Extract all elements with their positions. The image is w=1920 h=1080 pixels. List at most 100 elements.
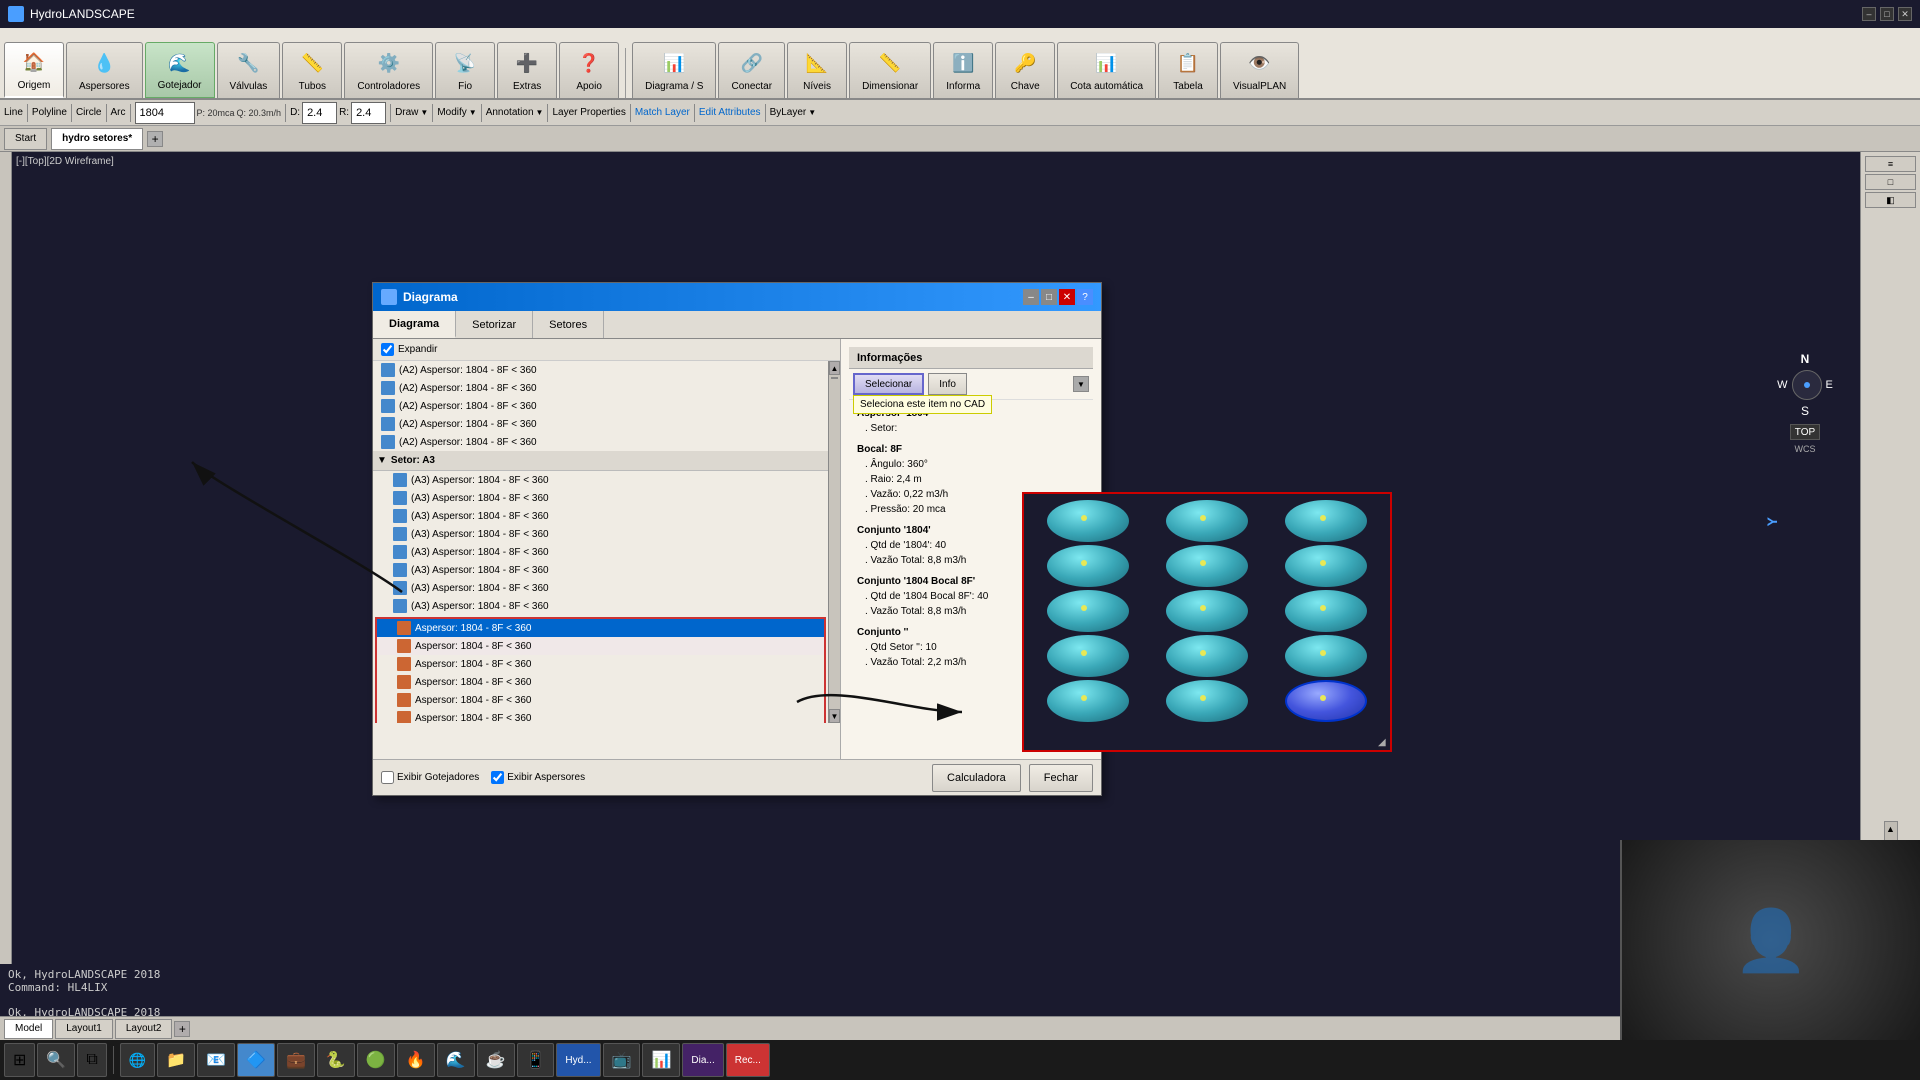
calculadora-btn[interactable]: Calculadora [932, 764, 1021, 792]
taskbar-app9-btn[interactable]: 📺 [603, 1043, 641, 1077]
tree-section-a3[interactable]: ▼ Setor: A3 [373, 451, 828, 471]
compass-top[interactable]: TOP [1790, 424, 1820, 440]
tree-item[interactable]: (A3) Aspersor: 1804 - 8F < 360 [373, 471, 828, 489]
add-layout-btn[interactable]: + [174, 1021, 190, 1037]
tab-tubos[interactable]: 📏 Tubos [282, 42, 342, 98]
tab-visualplan[interactable]: 👁️ VisualPLAN [1220, 42, 1299, 98]
tab-origem[interactable]: 🏠 Origem [4, 42, 64, 98]
canvas-area[interactable]: [-][Top][2D Wireframe] Y N W E S TOP WCS [12, 152, 1860, 964]
tab-conectar[interactable]: 🔗 Conectar [718, 42, 785, 98]
taskbar-app3-btn[interactable]: 🐍 [317, 1043, 355, 1077]
tree-item[interactable]: Aspersor: 1804 - 8F < 360 [377, 691, 824, 709]
taskbar-app4-btn[interactable]: 🟢 [357, 1043, 395, 1077]
right-btn-2[interactable]: □ [1865, 174, 1916, 190]
tab-dimensionar[interactable]: 📏 Dimensionar [849, 42, 931, 98]
taskbar-app7-btn[interactable]: ☕ [477, 1043, 515, 1077]
dialog-maximize-btn[interactable]: □ [1041, 289, 1057, 305]
info-btn[interactable]: Info [928, 373, 967, 395]
tree-item[interactable]: (A3) Aspersor: 1804 - 8F < 360 [373, 525, 828, 543]
tree-item[interactable]: (A2) Aspersor: 1804 - 8F < 360 [373, 379, 828, 397]
r-input[interactable] [351, 102, 386, 124]
dialog-tab-diagrama[interactable]: Diagrama [373, 311, 456, 338]
tab-apoio[interactable]: ❓ Apoio [559, 42, 619, 98]
dialog-close-btn[interactable]: ✕ [1059, 289, 1075, 305]
taskbar-start-btn[interactable]: ⊞ [4, 1043, 35, 1077]
taskbar-app5-btn[interactable]: 🔥 [397, 1043, 435, 1077]
tab-gotejador[interactable]: 🌊 Gotejador [145, 42, 215, 98]
taskbar-search-btn[interactable]: 🔍 [37, 1043, 75, 1077]
tree-scrollbar[interactable]: ▲ ▼ [828, 361, 840, 723]
right-btn-1[interactable]: ≡ [1865, 156, 1916, 172]
taskbar-app10-btn[interactable]: 📊 [642, 1043, 680, 1077]
tab-hydro[interactable]: hydro setores* [51, 128, 143, 150]
tab-niveis[interactable]: 📐 Níveis [787, 42, 847, 98]
tree-item[interactable]: (A3) Aspersor: 1804 - 8F < 360 [373, 597, 828, 615]
tree-item[interactable]: (A2) Aspersor: 1804 - 8F < 360 [373, 397, 828, 415]
show-gotejadores-checkbox[interactable] [381, 771, 394, 784]
tab-cota[interactable]: 📊 Cota automática [1057, 42, 1156, 98]
tab-diagrama[interactable]: 📊 Diagrama / S [632, 42, 716, 98]
show-aspersores-checkbox[interactable] [491, 771, 504, 784]
maximize-btn[interactable]: □ [1880, 7, 1894, 21]
tree-item-selected[interactable]: Aspersor: 1804 - 8F < 360 [377, 619, 824, 637]
dialog-tab-setorizar[interactable]: Setorizar [456, 311, 533, 338]
tab-chave[interactable]: 🔑 Chave [995, 42, 1055, 98]
minimize-btn[interactable]: – [1862, 7, 1876, 21]
dialog-title-bar[interactable]: Diagrama – □ ✕ ? [373, 283, 1101, 311]
tree-item[interactable]: Aspersor: 1804 - 8F < 360 [377, 637, 824, 655]
tree-item[interactable]: (A2) Aspersor: 1804 - 8F < 360 [373, 433, 828, 451]
taskbar-folder-btn[interactable]: 📁 [157, 1043, 195, 1077]
resize-handle[interactable]: ◢ [1378, 738, 1388, 748]
close-btn[interactable]: ✕ [1898, 7, 1912, 21]
tab-fio[interactable]: 📡 Fio [435, 42, 495, 98]
scroll-down-btn[interactable]: ▼ [829, 709, 840, 723]
taskbar-dia-btn[interactable]: Dia... [682, 1043, 723, 1077]
tree-item[interactable]: Aspersor: 1804 - 8F < 360 [377, 655, 824, 673]
match-layer-label[interactable]: Match Layer [635, 107, 690, 118]
d-input[interactable] [302, 102, 337, 124]
tree-item[interactable]: (A3) Aspersor: 1804 - 8F < 360 [373, 489, 828, 507]
scroll-thumb[interactable] [831, 377, 838, 379]
expand-checkbox[interactable] [381, 343, 394, 356]
dialog-tab-setores[interactable]: Setores [533, 311, 604, 338]
scroll-up-btn[interactable]: ▲ [829, 361, 840, 375]
taskbar-hydro-btn[interactable]: Hyd... [556, 1043, 600, 1077]
model-tab-layout2[interactable]: Layout2 [115, 1019, 173, 1039]
taskbar-app8-btn[interactable]: 📱 [517, 1043, 555, 1077]
tree-item[interactable]: (A2) Aspersor: 1804 - 8F < 360 [373, 415, 828, 433]
new-tab-btn[interactable]: + [147, 131, 163, 147]
taskbar-mail-btn[interactable]: 📧 [197, 1043, 235, 1077]
tab-controladores[interactable]: ⚙️ Controladores [344, 42, 433, 98]
tab-extras[interactable]: ➕ Extras [497, 42, 557, 98]
tree-item[interactable]: (A3) Aspersor: 1804 - 8F < 360 [373, 579, 828, 597]
tab-informa[interactable]: ℹ️ Informa [933, 42, 993, 98]
taskbar-rec-btn[interactable]: Rec... [726, 1043, 770, 1077]
taskbar-ie-btn[interactable]: 🌐 [120, 1043, 155, 1077]
dialog-help-btn[interactable]: ? [1077, 289, 1093, 305]
right-btn-3[interactable]: ◧ [1865, 192, 1916, 208]
tab-valvulas[interactable]: 🔧 Válvulas [217, 42, 281, 98]
tree-item[interactable]: (A2) Aspersor: 1804 - 8F < 360 [373, 361, 828, 379]
fechar-btn[interactable]: Fechar [1029, 764, 1093, 792]
selecionar-btn[interactable]: Selecionar [853, 373, 924, 395]
tree-item[interactable]: Aspersor: 1804 - 8F < 360 [377, 673, 824, 691]
model-tab-model[interactable]: Model [4, 1019, 53, 1039]
info-settings-btn[interactable]: ▼ [1073, 376, 1089, 392]
model-tab-layout1[interactable]: Layout1 [55, 1019, 113, 1039]
show-aspersores-label[interactable]: Exibir Aspersores [491, 771, 585, 784]
tree-item[interactable]: (A3) Aspersor: 1804 - 8F < 360 [373, 561, 828, 579]
tree-item[interactable]: Aspersor: 1804 - 8F < 360 [377, 709, 824, 723]
input-1804[interactable] [135, 102, 195, 124]
taskbar-app6-btn[interactable]: 🌊 [437, 1043, 475, 1077]
taskbar-taskview-btn[interactable]: ⧉ [77, 1043, 106, 1077]
dialog-minimize-btn[interactable]: – [1023, 289, 1039, 305]
tree-item[interactable]: (A3) Aspersor: 1804 - 8F < 360 [373, 543, 828, 561]
edit-attributes-label[interactable]: Edit Attributes [699, 107, 761, 118]
tab-aspersores[interactable]: 💧 Aspersores [66, 42, 143, 98]
tab-start[interactable]: Start [4, 128, 47, 150]
right-scroll-up[interactable]: ▲ [1886, 824, 1895, 834]
taskbar-app1-btn[interactable]: 🔷 [237, 1043, 275, 1077]
tree-item[interactable]: (A3) Aspersor: 1804 - 8F < 360 [373, 507, 828, 525]
tab-tabela[interactable]: 📋 Tabela [1158, 42, 1218, 98]
taskbar-app2-btn[interactable]: 💼 [277, 1043, 315, 1077]
